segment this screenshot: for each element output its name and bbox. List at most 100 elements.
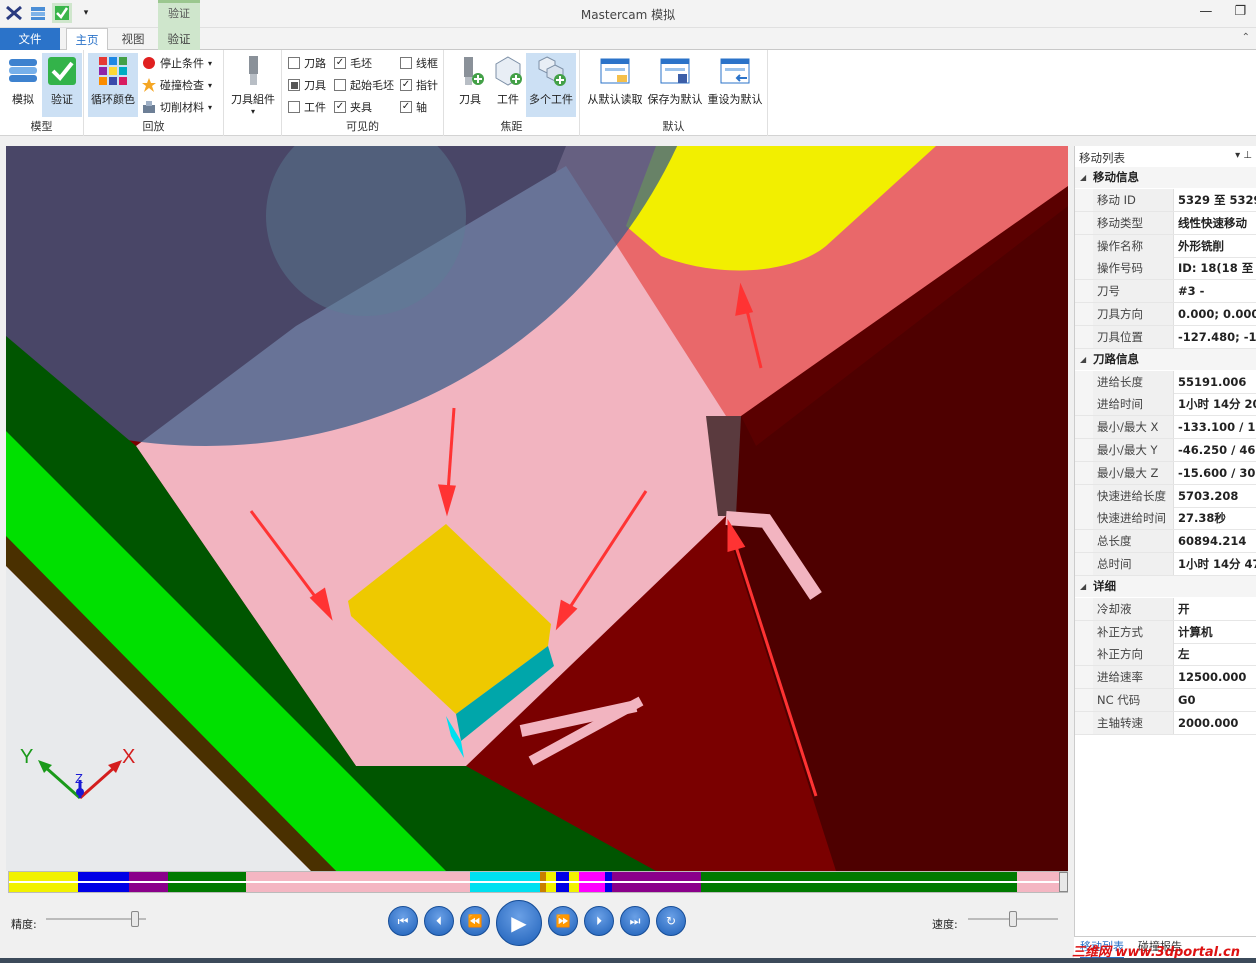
minimize-button[interactable]: — xyxy=(1199,4,1212,19)
toggle-axis[interactable]: ✓ 轴 xyxy=(400,97,427,117)
panel-section-header[interactable]: ◢ 移动信息 xyxy=(1075,167,1256,188)
property-key: 总时间 xyxy=(1075,553,1173,575)
focus-workpiece-button[interactable]: 工件 xyxy=(488,53,528,117)
speed-slider-thumb[interactable] xyxy=(1009,911,1017,927)
workpiece-checkbox[interactable] xyxy=(288,101,300,113)
timeline-segment xyxy=(78,872,129,881)
property-row: 最小/最大 X -133.100 / 13 xyxy=(1075,416,1256,440)
timeline-scrubber[interactable] xyxy=(1059,872,1068,892)
step-back-icon: ⏴ xyxy=(435,913,442,928)
simulate-label: 模拟 xyxy=(12,93,34,106)
focus-multi-workpiece-button[interactable]: 多个工件 xyxy=(526,53,576,117)
panel-section-header[interactable]: ◢ 刀路信息 xyxy=(1075,348,1256,370)
collision-check-button[interactable]: 碰撞检查 ▾ xyxy=(142,75,212,95)
toggle-wireframe[interactable]: 线框 xyxy=(400,53,438,73)
tab-view[interactable]: 视图 xyxy=(112,28,154,50)
property-value: 5329 至 5329 xyxy=(1173,189,1256,211)
loop-button[interactable]: ↻ xyxy=(656,906,686,936)
tab-verify[interactable]: 验证 xyxy=(158,28,200,50)
property-value: 线性快速移动 xyxy=(1173,211,1256,234)
timeline-segment xyxy=(579,883,606,892)
cut-material-button[interactable]: 切削材料 ▾ xyxy=(142,97,212,117)
property-row: 移动类型 线性快速移动 xyxy=(1075,211,1256,235)
save-default-label: 保存为默认 xyxy=(647,93,703,106)
toolpath-checkbox[interactable] xyxy=(288,57,300,69)
timeline-segment xyxy=(1016,883,1059,892)
cycle-colors-icon xyxy=(99,57,127,85)
collapse-triangle-icon[interactable]: ◢ xyxy=(1080,167,1086,188)
read-default-icon xyxy=(600,58,630,84)
speed-label: 速度: xyxy=(932,918,958,931)
multi-workpiece-icon xyxy=(538,56,566,86)
panel-pin-icon[interactable]: ▾ ⊥ xyxy=(1235,150,1252,161)
collapse-ribbon-icon[interactable]: ⌃ xyxy=(1242,32,1250,43)
timeline-segment xyxy=(579,872,606,881)
toggle-toolpath[interactable]: 刀路 xyxy=(288,53,326,73)
toggle-pointer[interactable]: ✓ 指针 xyxy=(400,75,438,95)
go-to-end-button[interactable]: ⏭ xyxy=(620,906,650,936)
timeline-track-top xyxy=(9,872,1059,881)
tab-home[interactable]: 主页 xyxy=(66,28,108,51)
timeline-segment xyxy=(246,883,470,892)
simulation-viewport[interactable]: X Y Z xyxy=(6,146,1068,871)
property-key: 补正方向 xyxy=(1075,643,1173,666)
group-playback-label: 回放 xyxy=(142,120,165,133)
panel-section-header[interactable]: ◢ 详细 xyxy=(1075,575,1256,597)
z-axis-dot xyxy=(76,788,84,796)
toggle-initial-stock[interactable]: 起始毛坯 xyxy=(334,75,394,95)
cycle-colors-label: 循环颜色 xyxy=(91,93,135,106)
x-axis-label: X xyxy=(122,746,135,768)
collapse-triangle-icon[interactable]: ◢ xyxy=(1080,576,1086,597)
collision-check-label: 碰撞检查 xyxy=(160,79,204,92)
property-value: 左 xyxy=(1173,643,1256,666)
wireframe-checkbox[interactable] xyxy=(400,57,412,69)
play-button[interactable]: ▶ xyxy=(496,900,542,946)
initial-stock-checkbox[interactable] xyxy=(334,79,346,91)
timeline-segment xyxy=(128,883,168,892)
stop-conditions-button[interactable]: 停止条件 ▾ xyxy=(142,53,212,73)
toggle-stock[interactable]: ✓ 毛坯 xyxy=(334,53,372,73)
read-default-button[interactable]: 从默认读取 xyxy=(586,53,644,117)
pointer-checkbox[interactable]: ✓ xyxy=(400,79,412,91)
timeline-segment xyxy=(556,883,569,892)
tool-checkbox-partial[interactable] xyxy=(288,79,300,91)
restore-button[interactable]: ❐ xyxy=(1234,4,1246,19)
collapse-triangle-icon[interactable]: ◢ xyxy=(1080,349,1086,370)
timeline-segment xyxy=(128,872,168,881)
property-value: 1小时 14分 20 xyxy=(1173,393,1256,416)
property-value: 5703.208 xyxy=(1173,484,1256,507)
axis-checkbox[interactable]: ✓ xyxy=(400,101,412,113)
fixture-checkbox[interactable]: ✓ xyxy=(334,101,346,113)
precision-slider-thumb[interactable] xyxy=(131,911,139,927)
property-value: 2000.000 xyxy=(1173,711,1256,734)
step-forward-button[interactable]: ⏵ xyxy=(584,906,614,936)
property-value: 计算机 xyxy=(1173,620,1256,643)
playback-bar: 精度: ⏮ ⏴ ⏪ ▶ ⏩ ⏵ ⏭ ↻ 速度: xyxy=(0,894,1070,954)
toggle-workpiece[interactable]: 工件 xyxy=(288,97,326,117)
property-row: 快速进给长度 5703.208 xyxy=(1075,484,1256,508)
cycle-colors-button[interactable]: 循环颜色 xyxy=(88,53,138,117)
reset-default-label: 重设为默认 xyxy=(707,93,763,106)
property-row: 进给时间 1小时 14分 20 xyxy=(1075,393,1256,417)
tool-assembly-button[interactable]: 刀具組件 ▾ xyxy=(228,53,278,117)
property-row: 操作名称 外形铣削 xyxy=(1075,234,1256,258)
toggle-fixture[interactable]: ✓ 夹具 xyxy=(334,97,372,117)
property-key: 最小/最大 X xyxy=(1075,416,1173,439)
tab-file[interactable]: 文件 xyxy=(0,28,60,50)
save-default-button[interactable]: 保存为默认 xyxy=(646,53,704,117)
initial-stock-label: 起始毛坯 xyxy=(350,79,394,92)
reset-default-button[interactable]: 重设为默认 xyxy=(706,53,764,117)
focus-tool-button[interactable]: 刀具 xyxy=(450,53,490,117)
step-back-button[interactable]: ⏴ xyxy=(424,906,454,936)
rewind-button[interactable]: ⏪ xyxy=(460,906,490,936)
stock-checkbox[interactable]: ✓ xyxy=(334,57,346,69)
timeline-segment xyxy=(167,872,247,881)
go-to-start-button[interactable]: ⏮ xyxy=(388,906,418,936)
simulate-button[interactable]: 模拟 xyxy=(3,53,43,117)
toggle-tool[interactable]: 刀具 xyxy=(288,75,326,95)
verify-button[interactable]: 验证 xyxy=(42,53,82,117)
cut-material-label: 切削材料 xyxy=(160,101,204,114)
fast-forward-button[interactable]: ⏩ xyxy=(548,906,578,936)
property-row: 刀号 #3 - xyxy=(1075,280,1256,304)
timeline-bar[interactable] xyxy=(8,871,1068,893)
